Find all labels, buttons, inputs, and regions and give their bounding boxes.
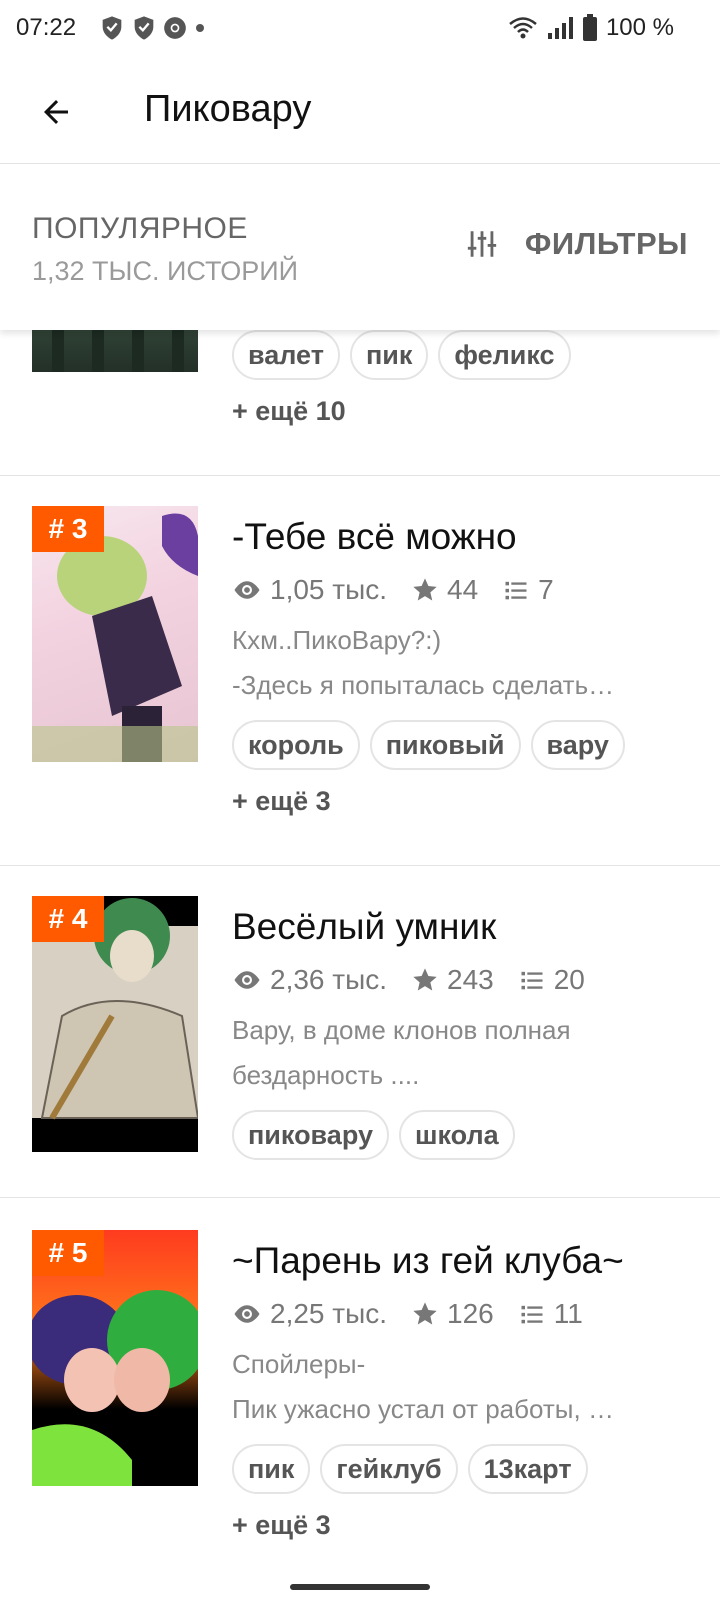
- rank-badge: # 5: [32, 1230, 104, 1276]
- eye-icon: [234, 1305, 260, 1323]
- tag-chip[interactable]: пиковый: [369, 720, 521, 770]
- sort-label[interactable]: ПОПУЛЯРНОЕ: [32, 212, 248, 246]
- tag-chip[interactable]: феликс: [438, 330, 571, 380]
- more-tags-link[interactable]: + ещё 10: [232, 396, 346, 427]
- story-description: Вару, в доме клонов полная: [232, 1015, 571, 1045]
- tag-list: пик гейклуб 13карт: [232, 1444, 588, 1494]
- tag-chip[interactable]: пик: [232, 1444, 311, 1494]
- tag-chip[interactable]: пик: [349, 330, 429, 380]
- signal-icon: [547, 17, 573, 39]
- star-icon: [413, 968, 437, 991]
- shield-icon: [134, 16, 154, 40]
- views-count: 2,25 тыс.: [270, 1298, 388, 1329]
- tag-chip[interactable]: вару: [530, 720, 625, 770]
- back-button[interactable]: [26, 82, 86, 142]
- parts-count: 20: [553, 964, 585, 995]
- dot-icon: [196, 24, 204, 32]
- story-stats: 2,36 тыс. 243 20: [232, 964, 601, 996]
- rank-badge: # 3: [32, 506, 104, 552]
- tag-chip[interactable]: 13карт: [467, 1444, 588, 1494]
- app-bar: Пиковару: [0, 58, 720, 164]
- views-stat: 2,25 тыс.: [232, 1298, 387, 1330]
- story-cover-image: # 3: [32, 506, 198, 762]
- stars-count: 243: [447, 964, 494, 995]
- status-notification-icons: [98, 14, 208, 42]
- arrow-left-icon: [44, 100, 68, 124]
- status-time: 07:22: [16, 14, 77, 41]
- parts-stat: 7: [502, 574, 554, 606]
- eye-icon: [234, 581, 260, 599]
- views-stat: 1,05 тыс.: [232, 574, 387, 606]
- story-item[interactable]: # 5 ~Парень из гей клуба~ 2,25 тыс. 126 …: [0, 1198, 720, 1588]
- parts-count: 7: [538, 574, 554, 605]
- stars-count: 126: [447, 1298, 494, 1329]
- status-system-icons: 100 %: [508, 14, 674, 42]
- chrome-icon: [164, 17, 186, 39]
- gesture-nav-handle[interactable]: [290, 1584, 430, 1590]
- story-count: 1,32 ТЫС. ИСТОРИЙ: [32, 256, 299, 286]
- tag-chip[interactable]: пиковару: [232, 1110, 389, 1160]
- parts-stat: 20: [518, 964, 585, 996]
- story-title[interactable]: -Тебе всё можно: [232, 516, 517, 558]
- story-stats: 1,05 тыс. 44 7: [232, 574, 570, 606]
- page-title: Пиковару: [144, 88, 312, 130]
- battery-percent: 100 %: [605, 14, 674, 41]
- story-item[interactable]: # 4 Весёлый умник 2,36 тыс. 243 20 Вару,…: [0, 866, 720, 1198]
- more-tags-link[interactable]: + ещё 3: [232, 1510, 331, 1541]
- story-description: бездарность ....: [232, 1060, 420, 1090]
- list-icon: [505, 581, 527, 600]
- story-title[interactable]: Весёлый умник: [232, 906, 496, 948]
- tag-list: король пиковый вару: [232, 720, 625, 770]
- tag-chip[interactable]: король: [232, 720, 360, 770]
- filters-label: ФИЛЬТРЫ: [524, 226, 688, 261]
- story-title[interactable]: ~Парень из гей клуба~: [232, 1240, 624, 1282]
- rank-badge: # 4: [32, 896, 104, 942]
- story-stats: 2,25 тыс. 126 11: [232, 1298, 599, 1330]
- tag-chip[interactable]: гейклуб: [320, 1444, 458, 1494]
- list-icon: [521, 971, 543, 990]
- story-description: -Здесь я попыталась сделать…: [232, 670, 615, 700]
- views-stat: 2,36 тыс.: [232, 964, 387, 996]
- story-cover-image: # 5: [32, 1230, 198, 1486]
- sort-filter-bar: ПОПУЛЯРНОЕ 1,32 ТЫС. ИСТОРИЙ ФИЛЬТРЫ: [0, 164, 720, 330]
- tag-list: пиковару школа: [232, 1110, 515, 1160]
- story-description: Пик ужасно устал от работы, …: [232, 1394, 614, 1424]
- star-icon: [413, 1302, 437, 1325]
- tag-list: валет пик феликс: [232, 330, 571, 380]
- star-icon: [413, 578, 437, 601]
- shield-icon: [102, 16, 122, 40]
- views-count: 2,36 тыс.: [270, 964, 388, 995]
- eye-icon: [234, 971, 260, 989]
- stars-stat: 126: [411, 1298, 494, 1330]
- battery-icon: [582, 14, 597, 41]
- stars-stat: 243: [411, 964, 494, 996]
- story-cover-image: # 4: [32, 896, 198, 1152]
- parts-count: 11: [553, 1298, 583, 1329]
- stars-count: 44: [447, 574, 479, 605]
- views-count: 1,05 тыс.: [270, 574, 388, 605]
- story-description: Спойлеры-: [232, 1349, 366, 1379]
- wifi-icon: [509, 17, 537, 39]
- tag-chip[interactable]: валет: [232, 330, 340, 380]
- parts-stat: 11: [518, 1298, 583, 1330]
- story-item[interactable]: # 3 -Тебе всё можно 1,05 тыс. 44 7 Кхм..…: [0, 476, 720, 866]
- sliders-icon: [467, 231, 497, 257]
- story-description: Кхм..ПикоВару?:): [232, 625, 442, 655]
- more-tags-link[interactable]: + ещё 3: [232, 786, 331, 817]
- filters-button[interactable]: ФИЛЬТРЫ: [465, 226, 688, 262]
- stars-stat: 44: [411, 574, 478, 606]
- list-icon: [521, 1305, 543, 1324]
- status-bar: 07:22 100 %: [0, 0, 720, 58]
- tag-chip[interactable]: школа: [398, 1110, 515, 1160]
